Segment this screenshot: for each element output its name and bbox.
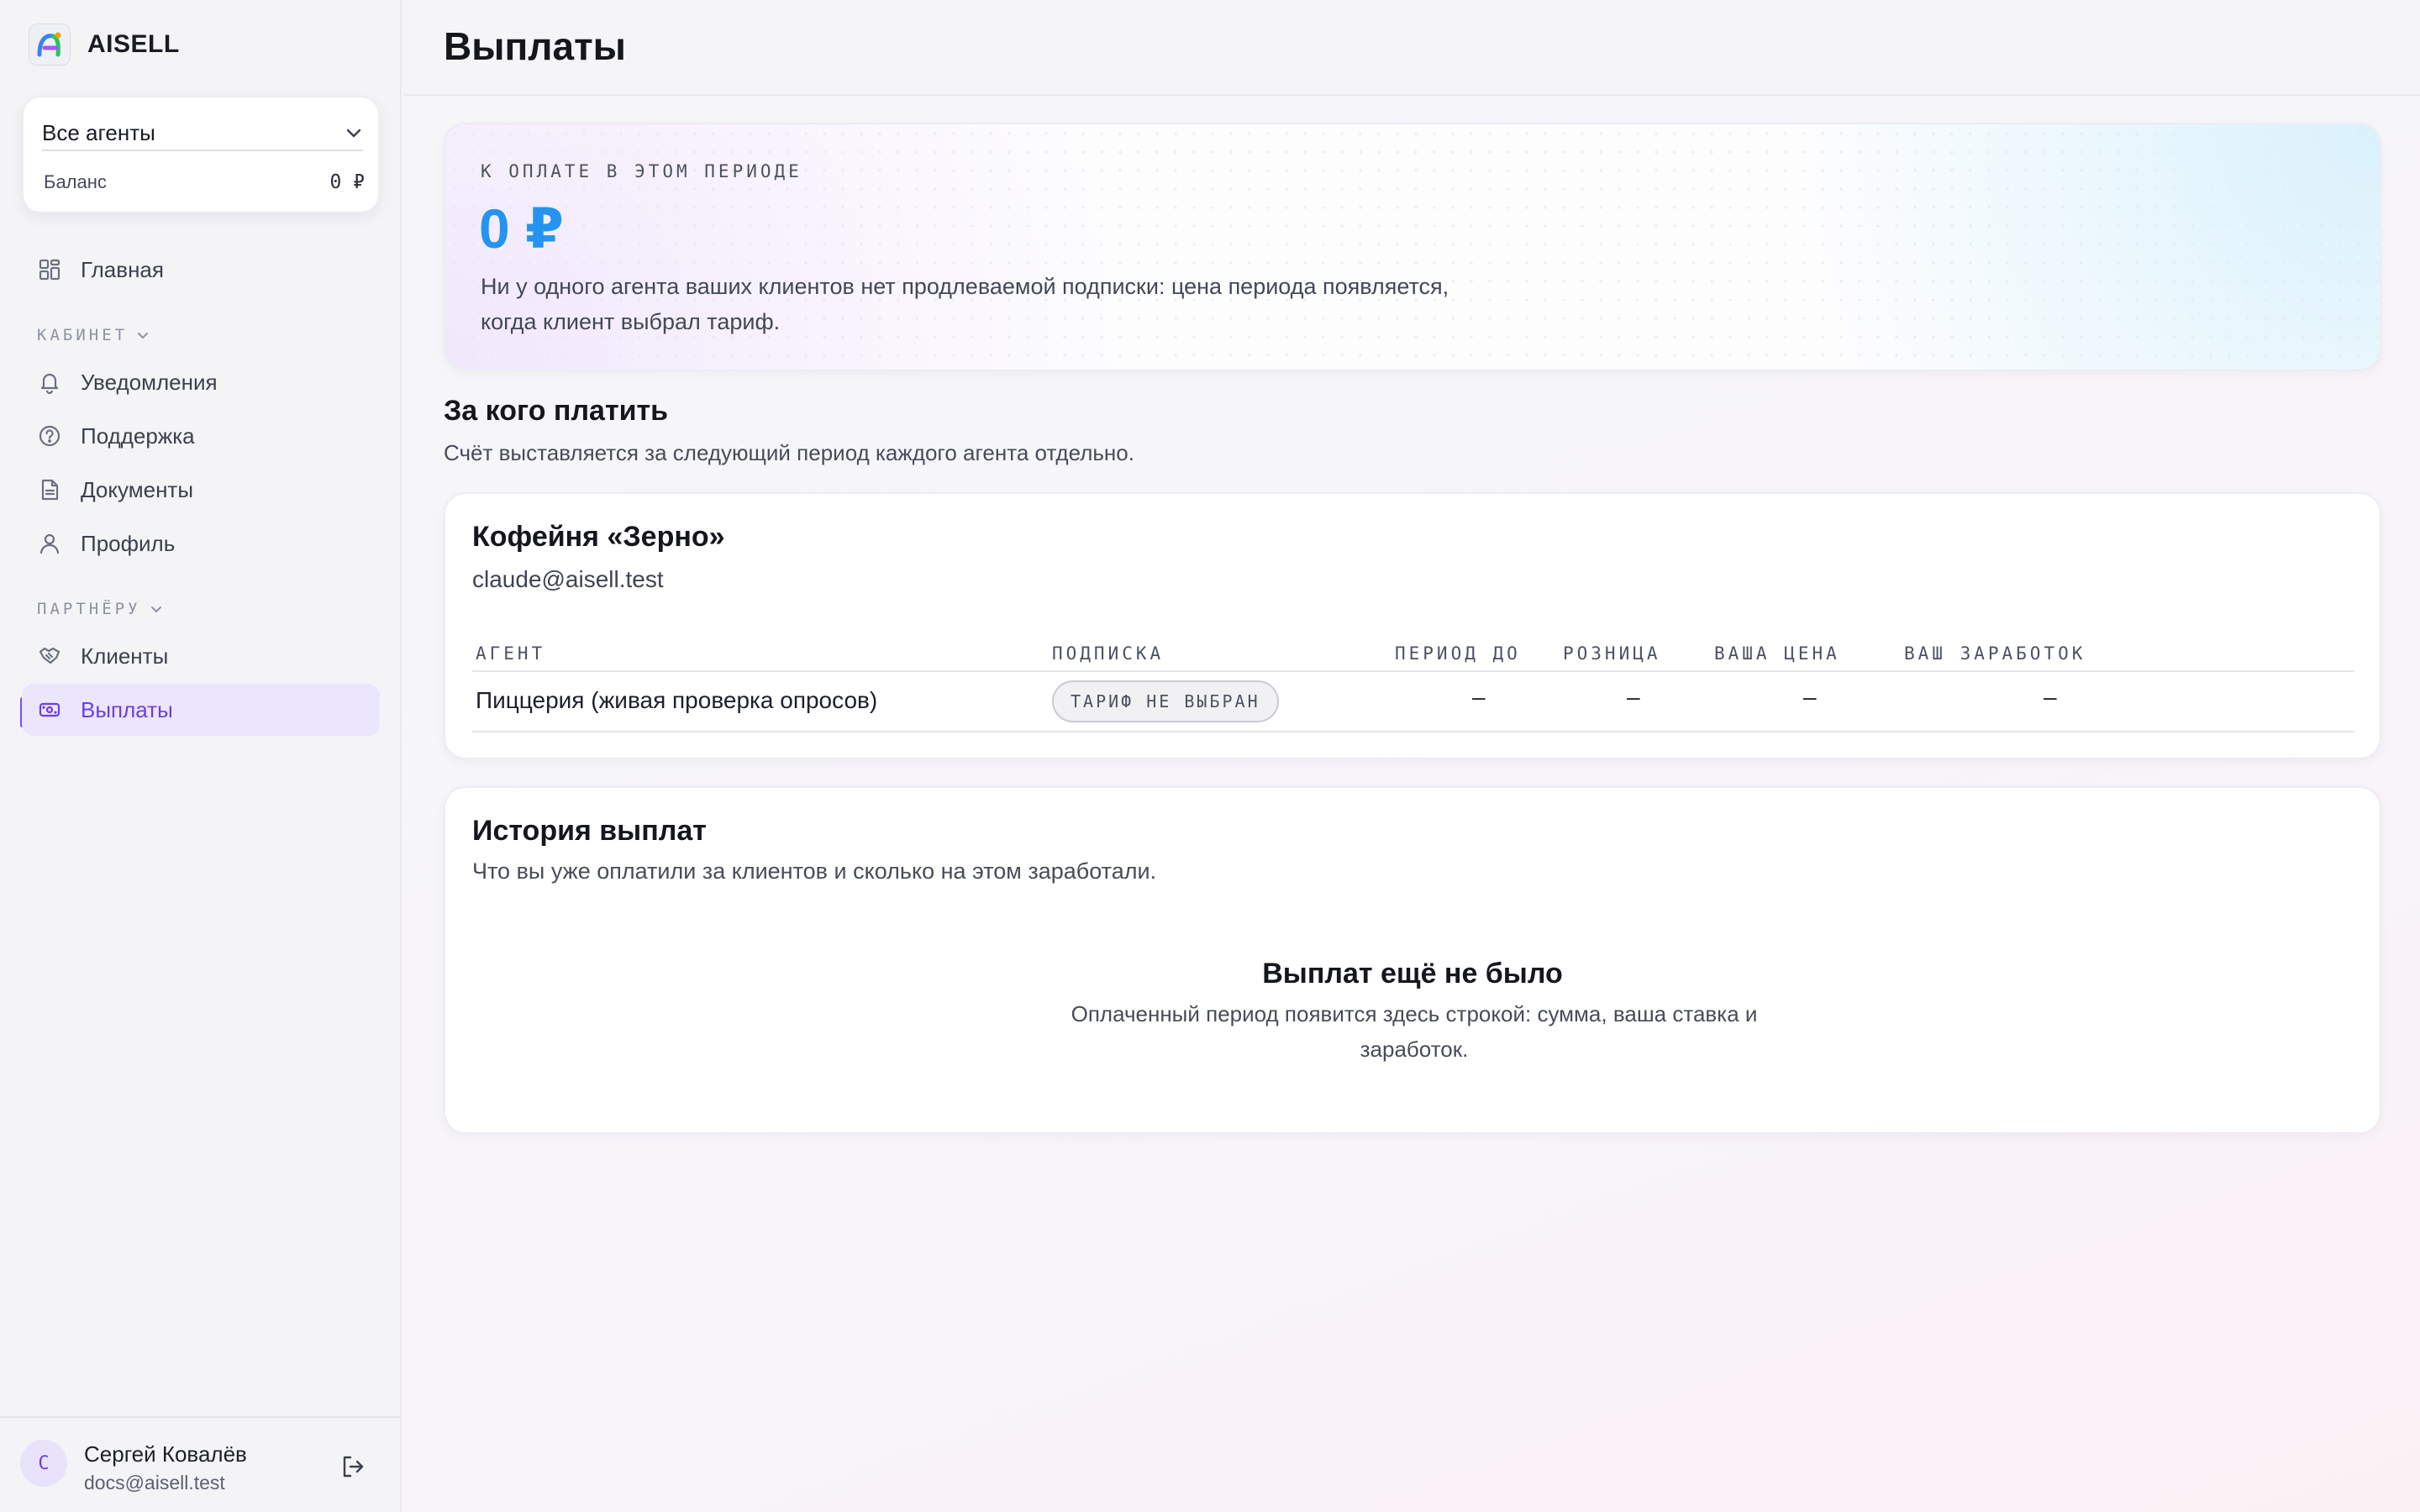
client-name: Кофейня «Зерно» bbox=[472, 521, 725, 553]
due-label: К ОПЛАТЕ В ЭТОМ ПЕРИОДЕ bbox=[481, 161, 802, 181]
col-agent: АГЕНТ bbox=[476, 643, 546, 664]
col-your-price: ВАША ЦЕНА bbox=[1714, 643, 1840, 664]
balance-label: Баланс bbox=[44, 171, 107, 192]
grid-icon bbox=[37, 257, 62, 282]
col-subscription: ПОДПИСКА bbox=[1052, 643, 1165, 664]
nav-section-label: ПАРТНЁРУ bbox=[37, 600, 141, 618]
main-content: Выплаты К ОПЛАТЕ В ЭТОМ ПЕРИОДЕ 0 ₽ Ни у… bbox=[403, 0, 2420, 1512]
handshake-icon bbox=[37, 643, 62, 669]
table-header-divider bbox=[472, 670, 2354, 672]
sidebar-item-clients[interactable]: Клиенты bbox=[22, 630, 380, 682]
sidebar-item-label: Клиенты bbox=[81, 643, 169, 669]
sidebar-item-label: Главная bbox=[81, 256, 164, 282]
document-icon bbox=[37, 477, 62, 502]
brand[interactable]: AISELL bbox=[29, 24, 180, 66]
col-retail: РОЗНИЦА bbox=[1563, 643, 1661, 664]
user-email: docs@aisell.test bbox=[84, 1472, 225, 1494]
cell-retail: – bbox=[1627, 684, 1640, 710]
chevron-down-icon bbox=[346, 129, 361, 138]
sidebar-item-home[interactable]: Главная bbox=[22, 244, 380, 296]
sidebar-item-support[interactable]: Поддержка bbox=[22, 410, 380, 462]
who-to-pay-subtitle: Счёт выставляется за следующий период ка… bbox=[444, 440, 1134, 465]
agent-select[interactable]: Все агенты bbox=[42, 116, 363, 151]
sidebar-item-notifications[interactable]: Уведомления bbox=[22, 356, 380, 408]
nav-section-label: КАБИНЕТ bbox=[37, 326, 129, 344]
table-row-divider bbox=[472, 731, 2354, 732]
cell-period-until: – bbox=[1472, 684, 1486, 710]
due-description: Ни у одного агента ваших клиентов нет пр… bbox=[481, 274, 1449, 334]
page-title: Выплаты bbox=[444, 24, 626, 68]
cell-your-price: – bbox=[1803, 684, 1817, 710]
client-card: Кофейня «Зерно» claude@aisell.test АГЕНТ… bbox=[444, 492, 2381, 759]
cash-icon bbox=[37, 697, 62, 722]
sidebar-item-profile[interactable]: Профиль bbox=[22, 517, 380, 570]
cell-agent: Пиццерия (живая проверка опросов) bbox=[476, 687, 878, 713]
avatar[interactable]: С bbox=[20, 1440, 67, 1487]
chevron-down-icon bbox=[138, 333, 149, 339]
history-subtitle: Что вы уже оплатили за клиентов и скольк… bbox=[472, 858, 1157, 884]
who-to-pay-title: За кого платить bbox=[444, 395, 669, 427]
empty-state-description: Оплаченный период появится здесь строкой… bbox=[1071, 1001, 1758, 1062]
nav-section-partner[interactable]: ПАРТНЁРУ bbox=[37, 600, 163, 618]
empty-state-title: Выплат ещё не было bbox=[1262, 958, 1563, 990]
due-amount: 0 ₽ bbox=[479, 197, 564, 260]
sidebar-item-label: Профиль bbox=[81, 530, 176, 556]
user-block: С Сергей Ковалёв docs@aisell.test bbox=[0, 1416, 400, 1512]
client-email: claude@aisell.test bbox=[472, 566, 664, 592]
sidebar-item-payouts[interactable]: Выплаты bbox=[22, 684, 380, 736]
chevron-down-icon bbox=[150, 606, 161, 613]
logout-icon[interactable] bbox=[338, 1452, 368, 1482]
sidebar-item-label: Выплаты bbox=[81, 696, 173, 722]
user-icon bbox=[37, 531, 62, 556]
history-card: История выплат Что вы уже оплатили за кл… bbox=[444, 786, 2381, 1134]
sidebar: AISELL Все агенты Баланс 0 ₽ Главная КАБ… bbox=[0, 0, 402, 1512]
sidebar-item-label: Уведомления bbox=[81, 369, 218, 395]
history-title: История выплат bbox=[472, 815, 707, 847]
agent-select-value: Все агенты bbox=[42, 119, 155, 145]
bell-icon bbox=[37, 370, 62, 395]
cell-your-earnings: – bbox=[2044, 684, 2057, 710]
sidebar-item-documents[interactable]: Документы bbox=[22, 464, 380, 516]
sidebar-item-label: Документы bbox=[81, 476, 194, 502]
sidebar-item-label: Поддержка bbox=[81, 423, 195, 449]
topbar: Выплаты bbox=[403, 0, 2420, 96]
col-period-until: ПЕРИОД ДО bbox=[1395, 643, 1521, 664]
balance-row: Баланс 0 ₽ bbox=[44, 171, 365, 193]
question-circle-icon bbox=[37, 423, 62, 449]
due-card: К ОПЛАТЕ В ЭТОМ ПЕРИОДЕ 0 ₽ Ни у одного … bbox=[444, 123, 2381, 371]
status-badge: ТАРИФ НЕ ВЫБРАН bbox=[1052, 680, 1279, 722]
aisell-logo-icon bbox=[29, 24, 71, 66]
agent-card: Все агенты Баланс 0 ₽ bbox=[22, 96, 380, 213]
balance-value: 0 ₽ bbox=[329, 171, 365, 193]
nav-section-cabinet[interactable]: КАБИНЕТ bbox=[37, 326, 150, 344]
brand-name: AISELL bbox=[87, 30, 180, 58]
user-name: Сергей Ковалёв bbox=[84, 1441, 247, 1467]
col-your-earnings: ВАШ ЗАРАБОТОК bbox=[1904, 643, 2086, 664]
